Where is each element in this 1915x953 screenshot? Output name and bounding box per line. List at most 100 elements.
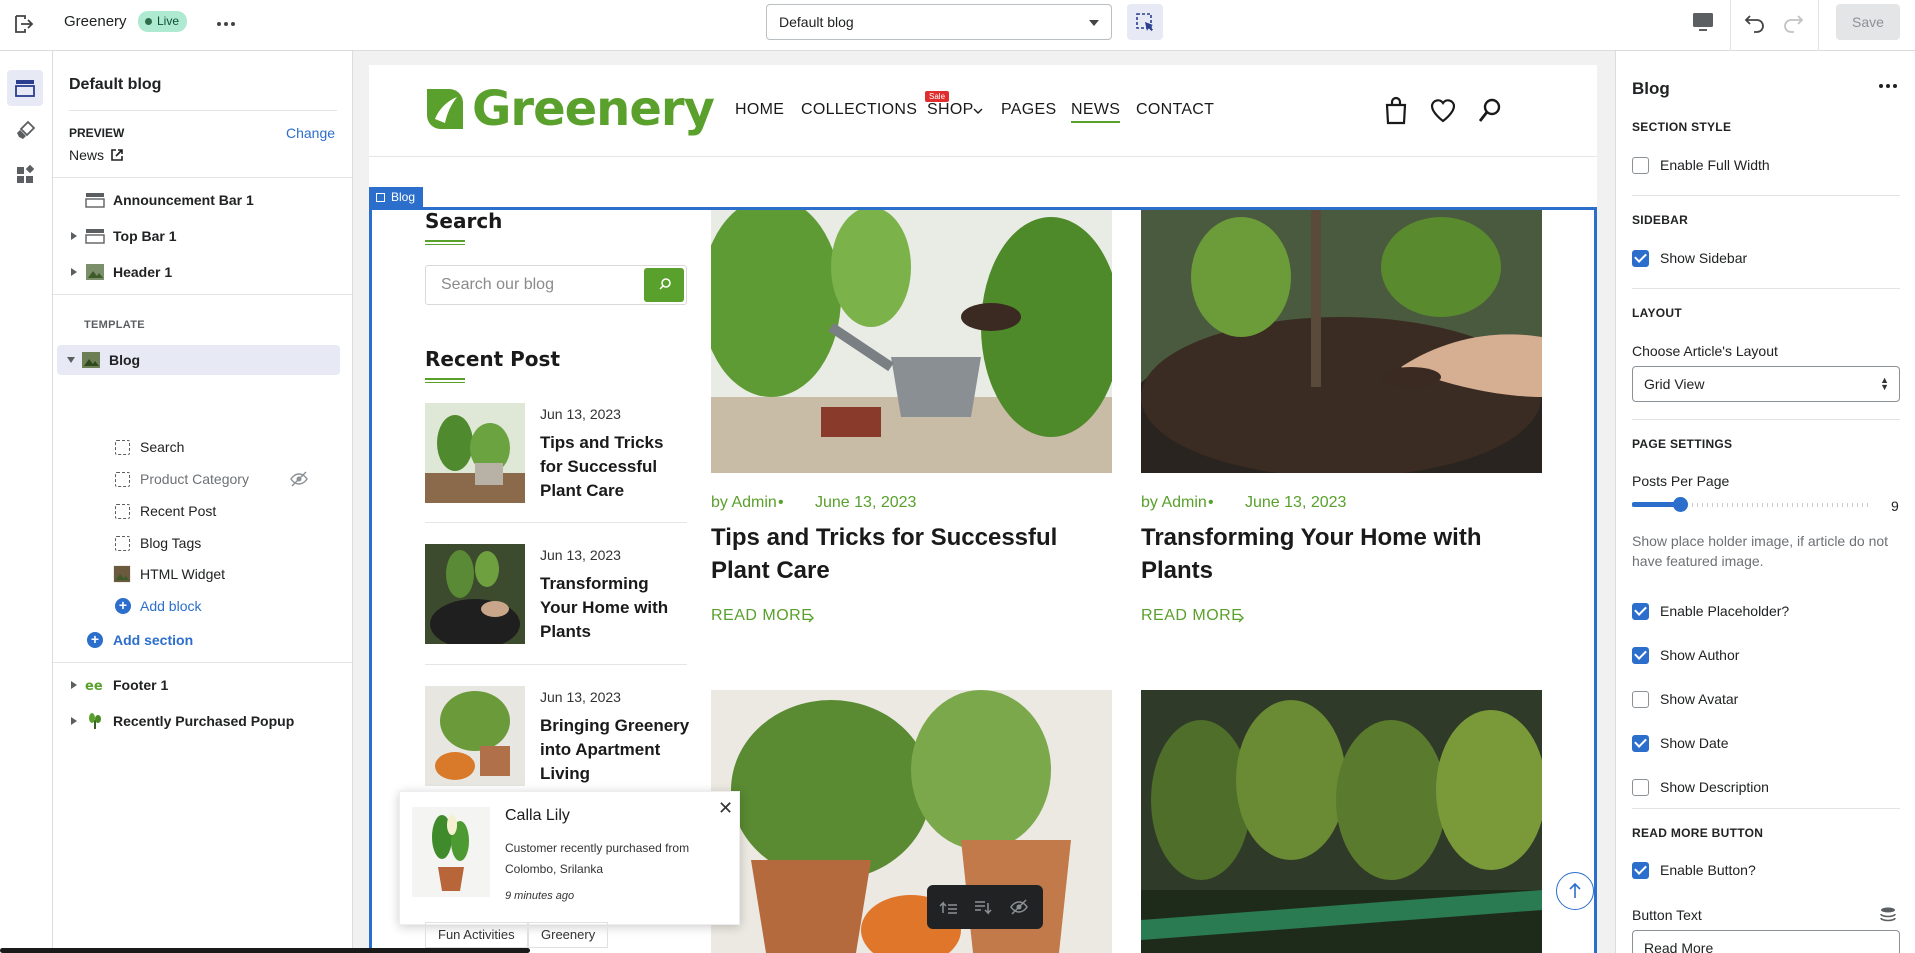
add-circle-icon: + <box>87 632 103 648</box>
checkbox-icon[interactable] <box>1632 778 1649 796</box>
recently-purchased-popup[interactable]: Calla Lily Customer recently purchased f… <box>399 791 740 925</box>
button-text-input[interactable]: Read More <box>1632 930 1900 953</box>
nav-collections[interactable]: COLLECTIONS <box>801 101 917 119</box>
heart-icon[interactable] <box>1429 95 1457 125</box>
block-html-widget[interactable]: HTML Widget <box>53 559 352 589</box>
collapse-arrow-icon[interactable] <box>67 357 75 363</box>
site-logo[interactable]: Greenery <box>472 81 715 137</box>
apps-icon <box>17 164 35 183</box>
exit-icon[interactable] <box>12 12 36 36</box>
undo-icon[interactable] <box>1742 10 1768 34</box>
divider <box>53 294 352 295</box>
add-section-button[interactable]: + Add section <box>53 625 352 655</box>
theme-settings-tab[interactable] <box>7 113 43 149</box>
block-recent-post[interactable]: Recent Post <box>53 496 352 526</box>
nav-pages[interactable]: PAGES <box>1001 101 1056 119</box>
more-actions-icon[interactable] <box>214 12 238 36</box>
more-options-icon[interactable] <box>1878 81 1898 91</box>
checkbox-label: Show Description <box>1660 779 1769 795</box>
nav-news[interactable]: NEWS <box>1071 101 1121 123</box>
live-label: Live <box>157 14 180 28</box>
save-button[interactable]: Save <box>1836 4 1900 40</box>
divider <box>1632 288 1900 289</box>
section-announcement-bar[interactable]: Announcement Bar 1 <box>53 185 352 215</box>
selected-section-tag[interactable]: Blog <box>369 187 424 208</box>
blog-tag-chip[interactable]: Greenery <box>528 922 609 948</box>
nav-home[interactable]: HOME <box>735 101 784 119</box>
preview-page-link[interactable]: News <box>69 147 124 163</box>
sections-panel: Default blog PREVIEW Change News Announc… <box>53 51 353 953</box>
section-footer[interactable]: ee Footer 1 <box>53 670 352 700</box>
block-image-icon <box>113 565 131 583</box>
show-date-checkbox[interactable]: Show Date <box>1632 733 1728 753</box>
inspector-toggle-button[interactable] <box>1127 4 1163 40</box>
add-block-button[interactable]: + Add block <box>53 591 352 621</box>
calla-lily-plant-icon <box>412 807 490 897</box>
expand-arrow-icon[interactable] <box>71 717 77 725</box>
checkbox-checked-icon[interactable] <box>1632 861 1649 879</box>
enable-placeholder-checkbox[interactable]: Enable Placeholder? <box>1632 601 1789 621</box>
divider <box>1632 419 1900 420</box>
desktop-preview-icon[interactable] <box>1690 10 1716 34</box>
bottom-scrollbar[interactable] <box>0 948 530 953</box>
preview-frame: Greenery HOME COLLECTIONS SHOP Sale PAGE… <box>369 65 1597 953</box>
sections-icon <box>15 80 35 97</box>
redo-icon[interactable] <box>1780 10 1806 34</box>
move-down-icon[interactable] <box>973 897 993 917</box>
show-description-checkbox[interactable]: Show Description <box>1632 777 1769 797</box>
section-image-icon <box>82 352 100 368</box>
article-layout-select[interactable]: Grid View ▲ ▼ <box>1632 366 1900 402</box>
enable-button-checkbox[interactable]: Enable Button? <box>1632 860 1756 880</box>
dynamic-source-icon[interactable] <box>1879 907 1897 923</box>
checkbox-checked-icon[interactable] <box>1632 646 1649 664</box>
hidden-eye-icon[interactable] <box>289 469 309 489</box>
plant-image-icon <box>89 713 101 729</box>
section-label: Header 1 <box>113 264 173 280</box>
expand-arrow-icon[interactable] <box>71 232 77 240</box>
change-preview-link[interactable]: Change <box>286 125 335 141</box>
nav-contact[interactable]: CONTACT <box>1136 101 1214 119</box>
show-avatar-checkbox[interactable]: Show Avatar <box>1632 689 1738 709</box>
move-up-icon[interactable] <box>939 897 959 917</box>
block-product-category[interactable]: Product Category <box>53 464 352 494</box>
add-section-label: Add section <box>113 632 194 648</box>
select-arrows-icon: ▲ ▼ <box>1880 375 1889 392</box>
sections-tab[interactable] <box>7 70 43 106</box>
show-sidebar-checkbox[interactable]: Show Sidebar <box>1632 248 1747 268</box>
block-blog-tags[interactable]: Blog Tags <box>53 528 352 558</box>
live-badge: Live <box>138 11 188 32</box>
checkbox-checked-icon[interactable] <box>1632 602 1649 620</box>
blog-tag-chip[interactable]: Fun Activities <box>425 922 528 948</box>
section-recently-purchased-popup[interactable]: Recently Purchased Popup <box>53 706 352 736</box>
nav-shop[interactable]: SHOP <box>927 101 974 119</box>
scroll-to-top-button[interactable] <box>1556 872 1594 910</box>
enable-full-width-checkbox[interactable]: Enable Full Width <box>1632 155 1770 175</box>
divider <box>53 177 352 178</box>
section-header[interactable]: Header 1 <box>53 257 352 287</box>
section-tag-icon <box>376 193 385 202</box>
section-layout-icon <box>85 193 105 208</box>
product-thumbnail <box>412 807 490 897</box>
checkbox-label: Show Date <box>1660 735 1729 751</box>
checkbox-icon[interactable] <box>1632 690 1649 708</box>
app-embeds-tab[interactable] <box>7 157 43 193</box>
hide-eye-icon[interactable] <box>1009 897 1029 917</box>
checkbox-icon[interactable] <box>1632 156 1649 174</box>
editor-icon-rail <box>0 51 53 953</box>
shopping-bag-icon[interactable] <box>1382 95 1410 125</box>
posts-per-page-slider-thumb[interactable] <box>1673 497 1688 512</box>
checkbox-checked-icon[interactable] <box>1632 249 1649 267</box>
block-search[interactable]: Search <box>53 432 352 462</box>
search-icon[interactable] <box>1476 95 1504 125</box>
checkbox-checked-icon[interactable] <box>1632 734 1649 752</box>
section-top-bar[interactable]: Top Bar 1 <box>53 221 352 251</box>
expand-arrow-icon[interactable] <box>71 268 77 276</box>
expand-arrow-icon[interactable] <box>71 681 77 689</box>
template-select[interactable]: Default blog <box>766 4 1112 40</box>
show-author-checkbox[interactable]: Show Author <box>1632 645 1739 665</box>
popup-product-name[interactable]: Calla Lily <box>505 807 570 825</box>
layout-heading: LAYOUT <box>1632 306 1683 320</box>
divider <box>1632 808 1900 809</box>
close-icon[interactable]: ✕ <box>718 798 733 819</box>
section-blog[interactable]: Blog <box>57 345 340 375</box>
